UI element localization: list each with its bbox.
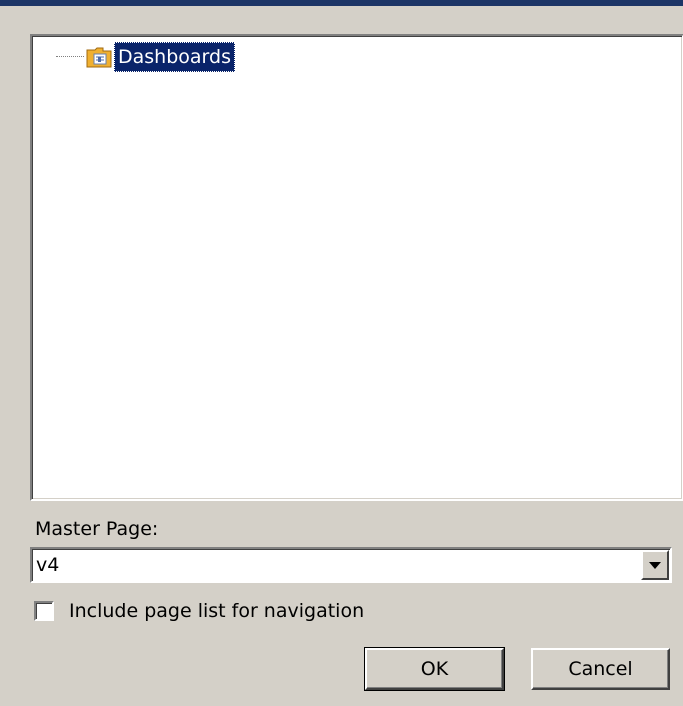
ok-button[interactable]: OK — [364, 647, 505, 691]
chevron-down-icon — [649, 561, 661, 569]
cancel-button[interactable]: Cancel — [531, 648, 670, 690]
dropdown-button[interactable] — [641, 550, 669, 580]
tree-item-label[interactable]: Dashboards — [114, 42, 235, 72]
tree-item-dashboards[interactable]: Dashboards — [56, 42, 235, 72]
tree-connector-line — [56, 56, 84, 58]
window-top-border — [0, 0, 683, 6]
master-page-select[interactable]: v4 — [30, 547, 672, 583]
master-page-value: v4 — [36, 554, 60, 576]
include-page-list-label[interactable]: Include page list for navigation — [69, 600, 364, 622]
folder-icon — [86, 45, 112, 69]
include-page-list-row[interactable]: Include page list for navigation — [34, 600, 364, 622]
tree-view[interactable]: Dashboards — [30, 34, 683, 501]
master-page-label: Master Page: — [35, 518, 159, 540]
include-page-list-checkbox[interactable] — [34, 601, 54, 621]
